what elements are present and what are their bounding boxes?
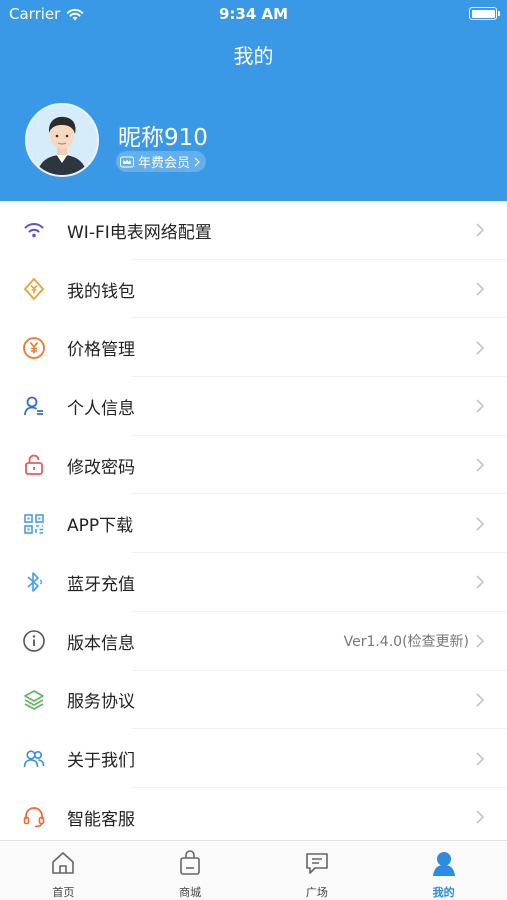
bluetooth-icon bbox=[27, 572, 42, 593]
menu-item-label: 个人信息 bbox=[67, 398, 135, 419]
menu-item-wifi-config[interactable]: WI-FI电表网络配置 bbox=[0, 201, 507, 260]
menu-item-smart-service[interactable]: 智能客服 bbox=[0, 788, 507, 847]
menu-item-label: WI-FI电表网络配置 bbox=[67, 222, 212, 243]
menu-item-label: 智能客服 bbox=[67, 809, 135, 830]
tab-square[interactable]: 广场 bbox=[254, 841, 381, 900]
menu-item-label: 我的钱包 bbox=[67, 281, 135, 302]
chevron-right-icon bbox=[476, 341, 485, 355]
version-update-link[interactable]: Ver1.4.0(检查更新) bbox=[344, 631, 469, 651]
user-info-icon bbox=[24, 397, 43, 416]
yen-icon bbox=[23, 336, 45, 359]
tab-mall[interactable]: 商城 bbox=[127, 841, 254, 900]
chevron-right-icon bbox=[476, 751, 485, 766]
chevron-right-icon bbox=[476, 575, 485, 590]
tab-home[interactable]: 首页 bbox=[0, 841, 127, 900]
tab-mine[interactable]: 我的 bbox=[380, 841, 507, 900]
menu-item-service-agreement[interactable]: 服务协议 bbox=[0, 671, 507, 730]
menu-item-label: 价格管理 bbox=[67, 340, 135, 361]
home-icon bbox=[52, 852, 75, 874]
layers-icon bbox=[24, 690, 44, 710]
menu-item-app-download[interactable]: APP下载 bbox=[0, 494, 507, 554]
chevron-right-icon bbox=[476, 810, 485, 824]
settings-menu: WI-FI电表网络配置 我的钱包 价格管理 个人信息 修改密码 APP下载 蓝牙… bbox=[0, 201, 507, 847]
tab-label: 广场 bbox=[305, 886, 328, 899]
menu-item-label: 修改密码 bbox=[67, 457, 135, 478]
menu-item-label: 蓝牙充值 bbox=[67, 574, 135, 595]
menu-item-bluetooth-recharge[interactable]: 蓝牙充值 bbox=[0, 553, 507, 612]
menu-item-price-management[interactable]: 价格管理 bbox=[0, 318, 507, 378]
membership-label: 年费会员 bbox=[138, 156, 191, 171]
chevron-right-icon bbox=[476, 634, 485, 648]
menu-item-version-info[interactable]: 版本信息 Ver1.4.0(检查更新) bbox=[0, 612, 507, 671]
status-time: 9:34 AM bbox=[218, 5, 289, 23]
lock-icon bbox=[25, 454, 43, 475]
avatar-person-icon bbox=[37, 116, 87, 175]
chevron-right-icon bbox=[476, 399, 485, 413]
page-title: 我的 bbox=[233, 44, 274, 68]
tab-label: 我的 bbox=[432, 886, 455, 899]
chevron-right-icon bbox=[194, 157, 200, 166]
menu-item-label: APP下载 bbox=[67, 516, 134, 537]
nickname: 昵称910 bbox=[118, 125, 208, 151]
battery-icon bbox=[469, 7, 500, 20]
wallet-icon bbox=[24, 278, 44, 300]
wifi-icon bbox=[24, 223, 44, 238]
tab-label: 商城 bbox=[179, 886, 202, 899]
chevron-right-icon bbox=[476, 223, 485, 237]
chevron-right-icon bbox=[476, 282, 485, 296]
headset-icon bbox=[23, 807, 45, 828]
chevron-right-icon bbox=[476, 458, 485, 472]
chat-icon bbox=[306, 853, 328, 874]
avatar[interactable] bbox=[25, 103, 99, 177]
menu-item-about-us[interactable]: 关于我们 bbox=[0, 729, 507, 788]
menu-item-change-password[interactable]: 修改密码 bbox=[0, 436, 507, 495]
group-icon bbox=[23, 749, 45, 767]
status-bar: Carrier 9:34 AM bbox=[0, 0, 507, 28]
person-icon bbox=[432, 852, 455, 876]
crown-icon bbox=[120, 156, 134, 167]
menu-item-wallet[interactable]: 我的钱包 bbox=[0, 260, 507, 319]
membership-badge[interactable]: 年费会员 bbox=[116, 151, 207, 172]
tab-label: 首页 bbox=[52, 886, 75, 899]
chevron-right-icon bbox=[476, 517, 485, 531]
chevron-right-icon bbox=[476, 693, 485, 707]
info-icon bbox=[23, 630, 45, 652]
qrcode-icon bbox=[24, 513, 44, 534]
tab-bar: 首页 商城 广场 我的 bbox=[0, 840, 507, 900]
shopping-bag-icon bbox=[180, 850, 200, 875]
menu-item-label: 服务协议 bbox=[67, 692, 135, 713]
menu-item-label: 版本信息 bbox=[67, 633, 135, 654]
profile-header: Carrier 9:34 AM 我的 昵称910 年费会员 bbox=[0, 0, 507, 201]
menu-item-label: 关于我们 bbox=[67, 751, 135, 772]
menu-item-personal-info[interactable]: 个人信息 bbox=[0, 377, 507, 436]
